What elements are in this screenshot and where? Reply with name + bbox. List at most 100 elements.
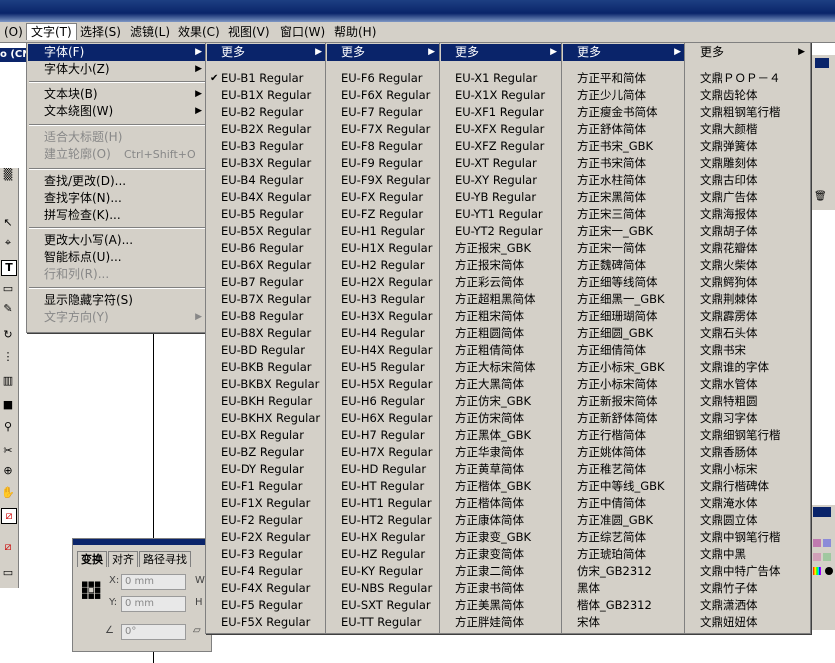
font-item[interactable]: 方正姚体简体 [562,444,686,461]
font-item[interactable]: EU-DY Regular [206,461,327,478]
font-item[interactable]: ✔ EU-B1 Regular [206,70,327,87]
font-item[interactable]: EU-F2 Regular [206,512,327,529]
menu-5[interactable]: 视图(V) [224,24,274,40]
fill-stroke-icon[interactable]: ⧄ [1,508,17,524]
font-item[interactable]: EU-F6 Regular [326,70,440,87]
y-input[interactable]: 0 mm [121,596,186,612]
font-item[interactable]: EU-XY Regular [440,172,562,189]
font-item[interactable]: EU-NBS Regular [326,580,440,597]
font-item[interactable]: 方正楷体简体 [440,495,562,512]
swatch-lavender[interactable] [823,539,831,547]
font-item[interactable]: EU-BKB Regular [206,359,327,376]
font-item[interactable]: 文鼎竹子体 [685,580,810,597]
font-item[interactable]: EU-H7 Regular [326,427,440,444]
font-item[interactable]: EU-B4X Regular [206,189,327,206]
zoom-tool-icon[interactable]: ⊕ [1,464,15,478]
font-item[interactable]: 方正准圆_GBK [562,512,686,529]
font-item[interactable]: EU-H6X Regular [326,410,440,427]
font-item[interactable]: EU-H1 Regular [326,223,440,240]
font-item[interactable]: 黑体 [562,580,686,597]
menu-1[interactable]: 文字(T) [26,23,77,40]
none-color-icon[interactable]: ⧄ [1,540,15,554]
font-item[interactable]: EU-F4X Regular [206,580,327,597]
font-item[interactable]: EU-YB Regular [440,189,562,206]
font-item[interactable]: 文鼎谁的字体 [685,359,810,376]
reference-point-icon[interactable]: ▪▪▪ ▪▫▪ ▪▪▪ [81,578,101,601]
font-item[interactable]: 文鼎霹雳体 [685,308,810,325]
scissors-tool-icon[interactable]: ✂ [1,444,15,458]
font-item[interactable]: EU-H1X Regular [326,240,440,257]
font-item[interactable]: EU-YT2 Regular [440,223,562,240]
font-item[interactable]: 文鼎中钢笔行楷 [685,529,810,546]
font-item[interactable]: 方正仿宋简体 [440,410,562,427]
font-item[interactable]: 文鼎淹水体 [685,495,810,512]
font-item[interactable]: EU-H4X Regular [326,342,440,359]
swatch-green[interactable] [823,553,831,561]
text-menu-item-12[interactable]: 显示隐藏字符(S) [28,292,206,309]
font-item[interactable]: EU-B2 Regular [206,104,327,121]
font-item[interactable]: EU-H6 Regular [326,393,440,410]
font-item[interactable]: EU-F9 Regular [326,155,440,172]
font-item[interactable]: 文鼎粗钢笔行楷 [685,104,810,121]
font-item[interactable]: 文鼎ＰＯＰ－４ [685,70,810,87]
font-item[interactable]: EU-B2X Regular [206,121,327,138]
font-item[interactable]: 方正华隶简体 [440,444,562,461]
font-item[interactable]: 方正琥珀简体 [562,546,686,563]
font-item[interactable]: EU-F2X Regular [206,529,327,546]
font-item[interactable]: EU-F6X Regular [326,87,440,104]
font-item[interactable]: 方正综艺简体 [562,529,686,546]
font-item[interactable]: 方正水柱简体 [562,172,686,189]
font-item[interactable]: EU-B7 Regular [206,274,327,291]
font-item[interactable]: EU-XFX Regular [440,121,562,138]
font-item[interactable]: 方正粗圆简体 [440,325,562,342]
font-item[interactable]: 方正行楷简体 [562,427,686,444]
font-item[interactable]: 方正报宋_GBK [440,240,562,257]
font-item[interactable]: 方正宋一_GBK [562,223,686,240]
font-item[interactable]: 仿宋_GB2312 [562,563,686,580]
font-item[interactable]: EU-HT2 Regular [326,512,440,529]
menu-6[interactable]: 窗口(W) [276,24,329,40]
text-menu-item-1[interactable]: 字体大小(Z) ▶ [28,61,206,78]
font-item[interactable]: 文鼎圆立体 [685,512,810,529]
screen-mode-icon[interactable]: ▭ [1,566,15,580]
font-item[interactable]: EU-B8 Regular [206,308,327,325]
font-item[interactable]: 方正粗倩简体 [440,342,562,359]
font-item[interactable]: 方正细倩简体 [562,342,686,359]
font-item[interactable]: 文鼎古印体 [685,172,810,189]
font-item[interactable]: EU-H3X Regular [326,308,440,325]
font-item[interactable]: EU-F9X Regular [326,172,440,189]
font-item[interactable]: 方正魏碑简体 [562,257,686,274]
font-item[interactable]: EU-B6X Regular [206,257,327,274]
x-input[interactable]: 0 mm [121,574,186,590]
swatch-rose[interactable] [813,553,821,561]
font-item[interactable]: EU-B3 Regular [206,138,327,155]
hand-tool-icon[interactable]: ✋ [1,486,15,500]
font-item[interactable]: EU-B5 Regular [206,206,327,223]
font-item[interactable]: EU-F3 Regular [206,546,327,563]
font-item[interactable]: 文鼎花瓣体 [685,240,810,257]
graph-tool-icon[interactable]: ▥ [1,374,15,388]
text-menu-item-2[interactable]: 文本块(B) ▶ [28,86,206,103]
font-item[interactable]: EU-F1X Regular [206,495,327,512]
font-item[interactable]: 方正宋一简体 [562,240,686,257]
font-item[interactable]: EU-H5X Regular [326,376,440,393]
font-item[interactable]: 方正舒体简体 [562,121,686,138]
gradient-tool-icon[interactable]: ■ [1,398,15,412]
more-fonts-item[interactable]: 更多 ▶ [441,44,561,61]
font-item[interactable]: EU-BKBX Regular [206,376,327,393]
font-item[interactable]: 文鼎荆棘体 [685,291,810,308]
font-item[interactable]: EU-TT Regular [326,614,440,631]
font-item[interactable]: 方正隶书简体 [440,580,562,597]
font-item[interactable]: 文鼎水管体 [685,376,810,393]
menu-4[interactable]: 效果(C) [174,24,224,40]
swatch-pink[interactable] [813,539,821,547]
font-item[interactable]: EU-F5X Regular [206,614,327,631]
font-item[interactable]: 方正胖娃简体 [440,614,562,631]
font-item[interactable]: 方正美黑简体 [440,597,562,614]
text-menu-item-6[interactable]: 查找/更改(D)... [28,173,206,190]
font-item[interactable]: 方正细圆_GBK [562,325,686,342]
font-item[interactable]: EU-BX Regular [206,427,327,444]
font-item[interactable]: EU-F1 Regular [206,478,327,495]
font-item[interactable]: 文鼎潇洒体 [685,597,810,614]
font-item[interactable]: EU-BKH Regular [206,393,327,410]
